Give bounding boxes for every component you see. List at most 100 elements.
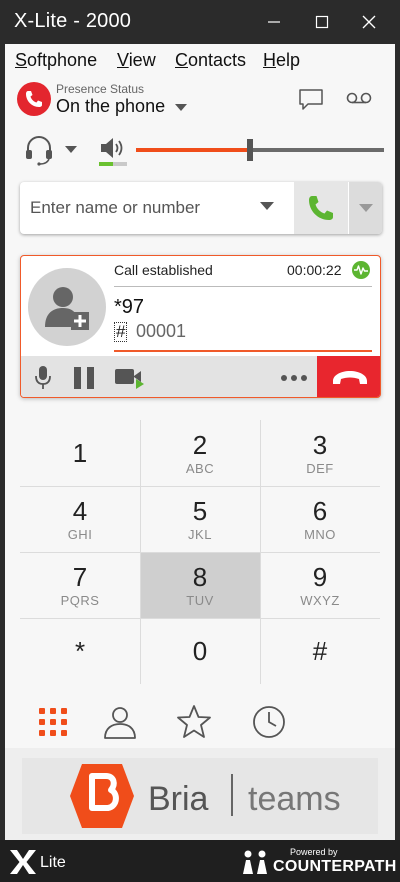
more-options-button[interactable] bbox=[277, 356, 311, 397]
presence-area: Presence Status On the phone bbox=[15, 78, 395, 128]
dial-box bbox=[20, 182, 382, 234]
chat-icon[interactable] bbox=[298, 88, 324, 112]
bottom-tabs bbox=[5, 696, 395, 748]
key-letters: PQRS bbox=[60, 592, 100, 608]
dialpad-key[interactable]: 6 MNO bbox=[260, 486, 380, 552]
window-title: X-Lite - 2000 bbox=[14, 10, 132, 32]
x-lite-logo-icon bbox=[10, 850, 36, 874]
divider bbox=[114, 350, 372, 352]
minimize-icon bbox=[268, 21, 280, 23]
call-timer: 00:00:22 bbox=[287, 262, 342, 278]
end-call-button[interactable] bbox=[317, 356, 380, 397]
key-digit: 7 bbox=[72, 561, 88, 592]
video-button[interactable] bbox=[113, 356, 147, 397]
call-button[interactable] bbox=[294, 182, 348, 234]
close-icon bbox=[362, 15, 376, 29]
phone-icon bbox=[26, 91, 42, 107]
tab-dialpad[interactable] bbox=[33, 702, 73, 742]
key-digit: 8 bbox=[192, 561, 208, 592]
mute-button[interactable] bbox=[29, 356, 57, 397]
key-digit: 0 bbox=[192, 636, 208, 666]
dialpad-key[interactable]: # bbox=[260, 618, 380, 684]
call-quality-icon[interactable] bbox=[351, 260, 371, 280]
presence-status[interactable]: On the phone bbox=[56, 96, 165, 117]
menu-view[interactable]: View bbox=[117, 50, 156, 71]
key-digit: 3 bbox=[312, 429, 328, 460]
contacts-icon bbox=[104, 707, 136, 739]
dtmf-hash-button[interactable]: # bbox=[114, 322, 128, 342]
maximize-icon bbox=[315, 15, 329, 29]
voicemail-icon[interactable] bbox=[345, 88, 373, 108]
tab-contacts[interactable] bbox=[100, 702, 140, 742]
tab-favorites[interactable] bbox=[174, 702, 214, 742]
slider-thumb[interactable] bbox=[247, 139, 253, 161]
dialpad-key[interactable]: 0 bbox=[140, 618, 260, 684]
banner-brand: Bria bbox=[148, 780, 209, 818]
headset-icon[interactable] bbox=[23, 134, 55, 166]
chevron-down-icon[interactable] bbox=[65, 146, 77, 154]
hang-up-icon bbox=[332, 370, 367, 384]
speaker-icon[interactable] bbox=[99, 136, 127, 160]
key-digit: 1 bbox=[72, 438, 88, 468]
footer-powered-by: Powered by bbox=[290, 847, 338, 857]
number-input[interactable] bbox=[20, 182, 256, 234]
speaker-volume-slider[interactable] bbox=[136, 139, 384, 161]
dialpad-key[interactable]: 3 DEF bbox=[260, 420, 380, 486]
presence-label: Presence Status bbox=[56, 82, 145, 96]
menu-contacts[interactable]: Contacts bbox=[175, 50, 246, 71]
menu-help[interactable]: Help bbox=[263, 50, 300, 71]
call-state: Call established bbox=[114, 262, 213, 278]
key-digit: 2 bbox=[192, 429, 208, 460]
key-letters: TUV bbox=[186, 592, 214, 608]
maximize-button[interactable] bbox=[300, 4, 344, 40]
call-options-button[interactable] bbox=[349, 182, 382, 234]
key-letters: JKL bbox=[188, 526, 212, 542]
keypad-divider bbox=[20, 486, 380, 487]
hold-button[interactable] bbox=[69, 356, 99, 397]
key-letters: DEF bbox=[306, 460, 334, 476]
footer-app-name: Lite bbox=[40, 854, 66, 871]
key-digit: 5 bbox=[192, 495, 208, 526]
menu-softphone[interactable]: Softphone bbox=[15, 50, 97, 71]
dialpad-key[interactable]: 2 ABC bbox=[140, 420, 260, 486]
key-digit: 6 bbox=[312, 495, 328, 526]
dialpad-key[interactable]: * bbox=[20, 618, 140, 684]
dialpad-key[interactable]: 9 WXYZ bbox=[260, 552, 380, 618]
footer-bar: Lite Powered by COUNTERPATH bbox=[0, 840, 400, 882]
bria-logo-icon bbox=[70, 764, 134, 828]
dialpad-key[interactable]: 5 JKL bbox=[140, 486, 260, 552]
dial-pad: 1 2 ABC 3 DEF 4 GHI 5 JKL 6 MNO 7 PQRS 8 TUV 9 WXYZ * 0 # bbox=[5, 420, 395, 692]
chevron-down-icon[interactable] bbox=[175, 104, 187, 112]
banner-product: teams bbox=[248, 780, 341, 818]
counterpath-logo-icon bbox=[243, 850, 267, 874]
title-bar[interactable]: X-Lite - 2000 bbox=[0, 0, 400, 44]
minimize-button[interactable] bbox=[252, 4, 296, 40]
add-contact-icon bbox=[45, 287, 89, 330]
key-letters: ABC bbox=[185, 460, 215, 476]
divider bbox=[114, 286, 372, 287]
favorites-icon bbox=[177, 705, 211, 738]
tab-history[interactable] bbox=[249, 702, 289, 742]
close-button[interactable] bbox=[347, 4, 391, 40]
video-camera-icon bbox=[115, 368, 144, 389]
pause-icon bbox=[74, 366, 94, 389]
bria-teams-banner[interactable]: Bria teams bbox=[5, 748, 395, 840]
add-contact-avatar[interactable] bbox=[28, 268, 106, 346]
dialpad-key[interactable]: 7 PQRS bbox=[20, 552, 140, 618]
presence-avatar[interactable] bbox=[17, 82, 51, 116]
chevron-down-icon bbox=[358, 203, 373, 212]
dialpad-icon bbox=[39, 708, 67, 736]
mic-level-meter bbox=[99, 162, 127, 166]
footer-company: COUNTERPATH bbox=[273, 858, 397, 875]
key-letters: WXYZ bbox=[300, 592, 340, 608]
dialpad-key[interactable]: 1 bbox=[20, 420, 140, 486]
microphone-icon bbox=[35, 365, 51, 389]
dialpad-key[interactable]: 4 GHI bbox=[20, 486, 140, 552]
banner-image: Bria teams bbox=[22, 758, 378, 834]
call-controls bbox=[21, 356, 380, 397]
dtmf-digits: 00001 bbox=[136, 321, 187, 341]
key-letters: GHI bbox=[67, 526, 93, 542]
remote-number: *97 bbox=[114, 296, 145, 318]
dialpad-key[interactable]: 8 TUV bbox=[140, 552, 260, 618]
chevron-down-icon[interactable] bbox=[260, 202, 274, 211]
